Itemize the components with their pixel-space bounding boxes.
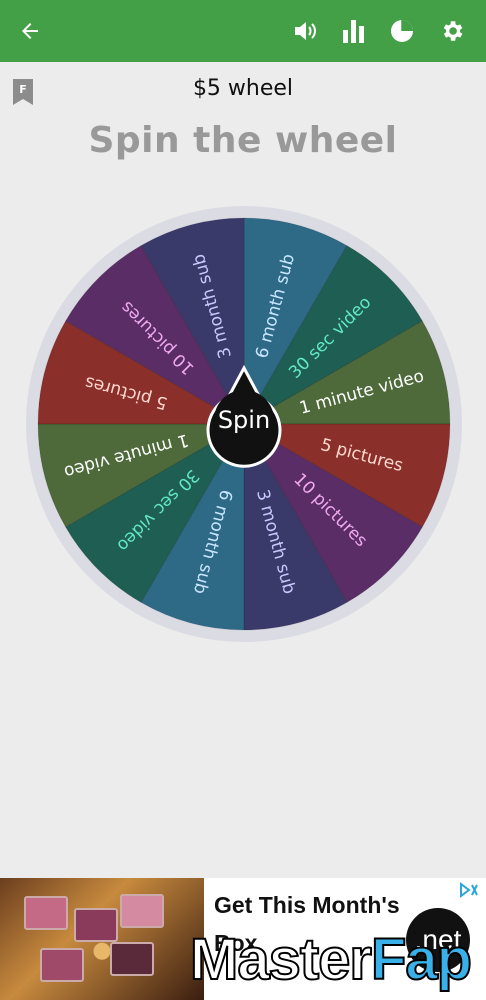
page-title: Spin the wheel [88,120,398,161]
palette-shape [110,942,154,976]
app-bar [0,0,486,62]
watermark-part2: Fap [370,927,473,993]
wheel-svg[interactable]: 6 month sub30 sec video1 minute video5 p… [26,206,462,642]
palette-shape [40,948,84,982]
gear-icon[interactable] [436,15,468,47]
arrow-left-icon[interactable] [14,15,46,47]
spin-wheel[interactable]: 6 month sub 30 sec video 1 minute video 5 p… [26,206,462,642]
ad-image[interactable] [0,878,204,1000]
pie-chart-icon[interactable] [386,15,418,47]
spin-label: Spin [218,406,270,434]
watermark: MasterFap [189,927,473,993]
palette-shape [24,896,68,930]
palette-shape [120,894,164,928]
watermark-part1: Master [189,927,373,993]
ad-choices-icon[interactable] [458,882,480,898]
palette-shape [74,908,118,942]
bar-chart-icon[interactable] [338,15,370,47]
volume-icon[interactable] [290,15,322,47]
wheel-title: $5 wheel [192,76,294,101]
